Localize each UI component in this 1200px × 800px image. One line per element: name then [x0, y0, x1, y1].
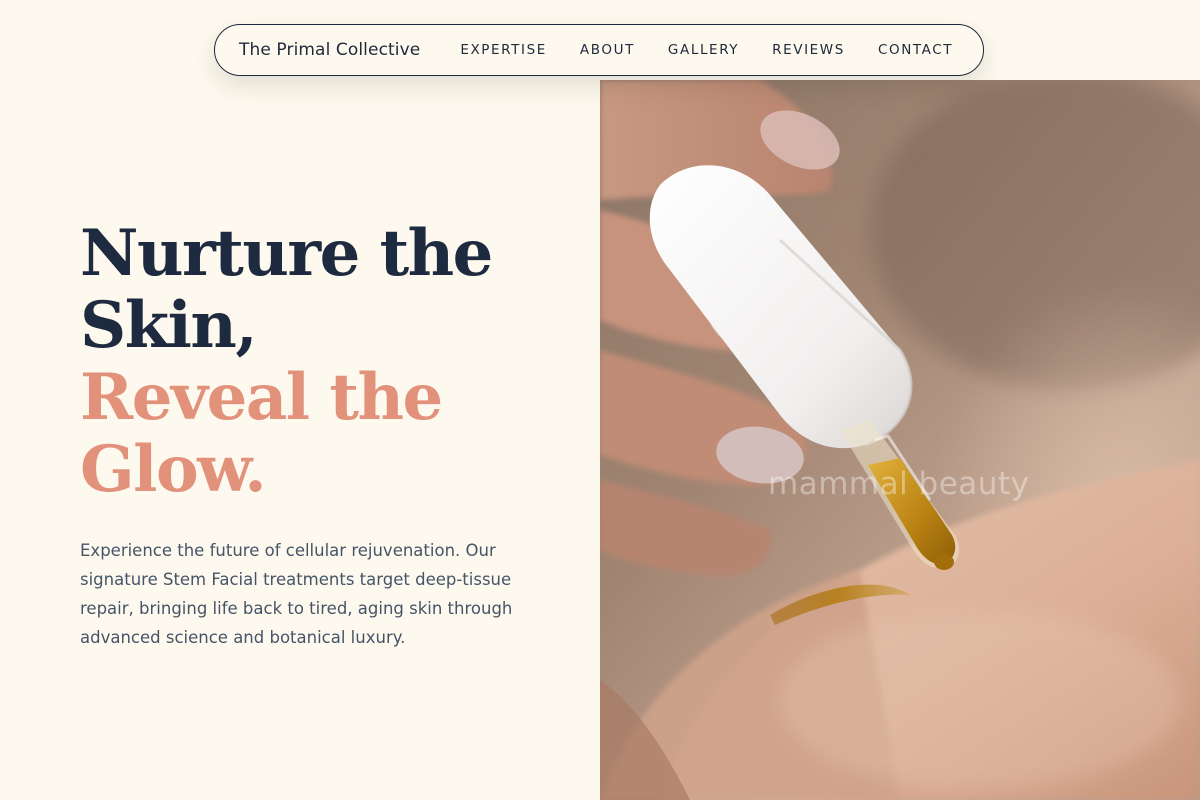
headline-line-3: Reveal the	[80, 360, 443, 435]
nav-link-reviews[interactable]: REVIEWS	[772, 42, 845, 58]
headline-line-2: Skin,	[80, 288, 258, 363]
nav-link-about[interactable]: ABOUT	[580, 42, 635, 58]
landing-page: The Primal Collective EXPERTISE ABOUT GA…	[0, 0, 1200, 800]
top-navigation: The Primal Collective EXPERTISE ABOUT GA…	[214, 24, 984, 76]
brand-logo-link[interactable]: The Primal Collective	[239, 40, 420, 60]
hero-text-section: Nurture the Skin, Reveal the Glow. Exper…	[80, 218, 550, 652]
hero-description: Experience the future of cellular rejuve…	[80, 541, 513, 647]
image-watermark: mammal beauty	[768, 466, 1030, 502]
hero-serum-photo: mammal beauty	[600, 80, 1200, 800]
serum-dropper-illustration	[600, 80, 1200, 800]
nav-link-expertise[interactable]: EXPERTISE	[460, 42, 547, 58]
hero-headline: Nurture the Skin, Reveal the Glow.	[80, 218, 550, 506]
headline-line-1: Nurture the	[80, 216, 493, 291]
nav-link-contact[interactable]: CONTACT	[878, 42, 953, 58]
nav-links: EXPERTISE ABOUT GALLERY REVIEWS CONTACT	[460, 42, 953, 58]
headline-line-4: Glow.	[80, 432, 267, 507]
nav-link-gallery[interactable]: GALLERY	[668, 42, 739, 58]
